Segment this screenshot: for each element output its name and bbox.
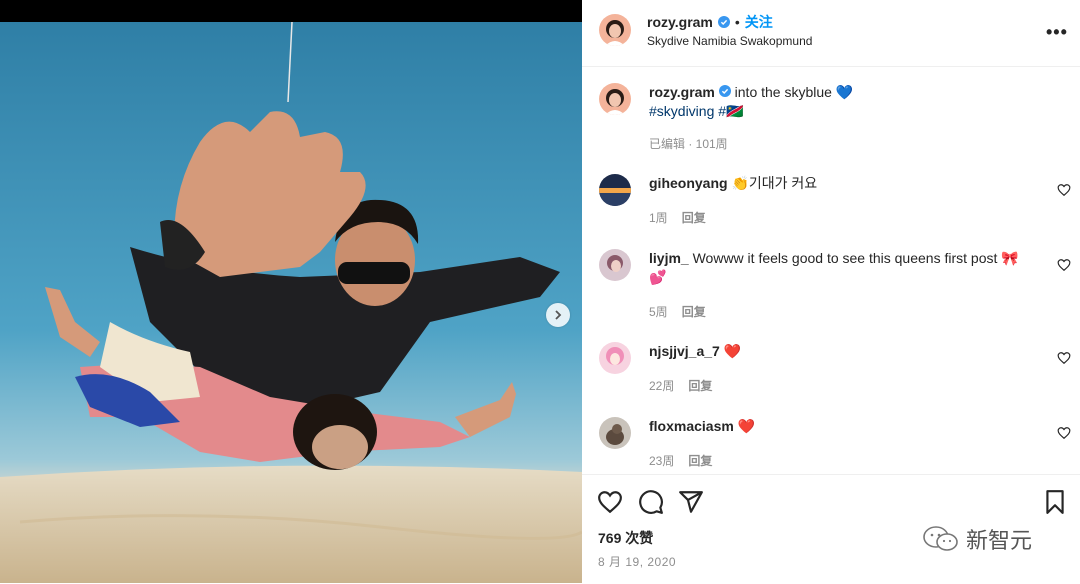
comment-username[interactable]: njsjjvj_a_7 xyxy=(649,343,720,359)
comment-body: floxmaciasm ❤️ xyxy=(649,417,1034,436)
comment-item: liyjm_ Wowww it feels good to see this q… xyxy=(582,249,1080,319)
comment-item: njsjjvj_a_7 ❤️ 22周 回复 xyxy=(582,342,1080,412)
likes-count[interactable]: 769 次赞 xyxy=(598,528,653,548)
comment-meta: 5周 回复 xyxy=(649,303,706,320)
comment-meta: 23周 回复 xyxy=(649,452,712,469)
comment-text: ❤️ xyxy=(737,418,756,434)
comment-text: 👏기대가 커요 xyxy=(731,175,818,191)
caption-meta: 已编辑 · 101周 xyxy=(649,137,728,151)
caption-text-block: rozy.gram into the skyblue 💙 #skydiving … xyxy=(649,83,1029,121)
post-photo xyxy=(0,22,582,583)
reply-button[interactable]: 回复 xyxy=(688,377,712,394)
hashtag-flag[interactable]: #🇳🇦 xyxy=(718,103,743,119)
caption-username[interactable]: rozy.gram xyxy=(649,84,715,100)
like-comment-heart-icon[interactable] xyxy=(1057,183,1071,197)
comment-body: njsjjvj_a_7 ❤️ xyxy=(649,342,1034,361)
share-paper-plane-icon[interactable] xyxy=(678,489,704,515)
commenter-avatar[interactable] xyxy=(599,174,631,206)
post-actions-bar: 769 次赞 8 月 19, 2020 新智元 xyxy=(582,474,1080,584)
chevron-right-icon xyxy=(555,310,562,320)
follow-button[interactable]: 关注 xyxy=(745,12,773,32)
comment-meta: 1周 回复 xyxy=(649,209,706,226)
comment-text: Wowww it feels good to see this queens f… xyxy=(649,250,1019,285)
header-user-line: rozy.gram • 关注 xyxy=(647,12,773,32)
watermark: 新智元 xyxy=(922,523,1032,555)
comment-username[interactable]: giheonyang xyxy=(649,175,728,191)
comment-text: ❤️ xyxy=(723,343,742,359)
comment-time: 5周 xyxy=(649,305,668,319)
like-comment-heart-icon[interactable] xyxy=(1057,426,1071,440)
commenter-avatar[interactable] xyxy=(599,342,631,374)
save-bookmark-icon[interactable] xyxy=(1042,489,1068,515)
photo-top-bar xyxy=(0,0,582,22)
reply-button[interactable]: 回复 xyxy=(682,303,706,320)
author-username[interactable]: rozy.gram xyxy=(647,14,713,30)
comment-body: liyjm_ Wowww it feels good to see this q… xyxy=(649,249,1034,287)
post-header: rozy.gram • 关注 Skydive Namibia Swakopmun… xyxy=(582,0,1080,67)
caption-text: into the skyblue 💙 xyxy=(734,84,854,100)
like-comment-heart-icon[interactable] xyxy=(1057,351,1071,365)
comment-username[interactable]: liyjm_ xyxy=(649,250,689,266)
post-date: 8 月 19, 2020 xyxy=(598,555,677,569)
comment-icon[interactable] xyxy=(638,489,664,515)
watermark-text: 新智元 xyxy=(966,528,1033,553)
comment-item: giheonyang 👏기대가 커요 1周 回复 xyxy=(582,174,1080,244)
commenter-avatar[interactable] xyxy=(599,417,631,449)
like-heart-icon[interactable] xyxy=(597,489,623,515)
commenter-avatar[interactable] xyxy=(599,249,631,281)
comment-body: giheonyang 👏기대가 커요 xyxy=(649,174,1034,193)
verified-badge-icon xyxy=(717,16,730,28)
comment-time: 23周 xyxy=(649,454,675,468)
like-comment-heart-icon[interactable] xyxy=(1057,258,1071,272)
reply-button[interactable]: 回复 xyxy=(688,452,712,469)
post-location[interactable]: Skydive Namibia Swakopmund xyxy=(647,34,812,48)
next-photo-button[interactable] xyxy=(546,303,570,327)
more-options-icon[interactable]: ••• xyxy=(1046,22,1068,43)
caption-avatar[interactable] xyxy=(599,83,631,115)
wechat-logo-icon xyxy=(923,526,958,551)
comment-username[interactable]: floxmaciasm xyxy=(649,418,734,434)
hashtag-skydiving[interactable]: #skydiving xyxy=(649,103,714,119)
separator-dot: • xyxy=(734,14,740,30)
author-avatar[interactable] xyxy=(599,14,631,46)
comment-time: 1周 xyxy=(649,211,668,225)
comment-meta: 22周 回复 xyxy=(649,377,712,394)
comment-time: 22周 xyxy=(649,379,675,393)
reply-button[interactable]: 回复 xyxy=(682,209,706,226)
verified-badge-icon xyxy=(718,85,731,97)
post-side-panel: rozy.gram • 关注 Skydive Namibia Swakopmun… xyxy=(582,0,1080,583)
